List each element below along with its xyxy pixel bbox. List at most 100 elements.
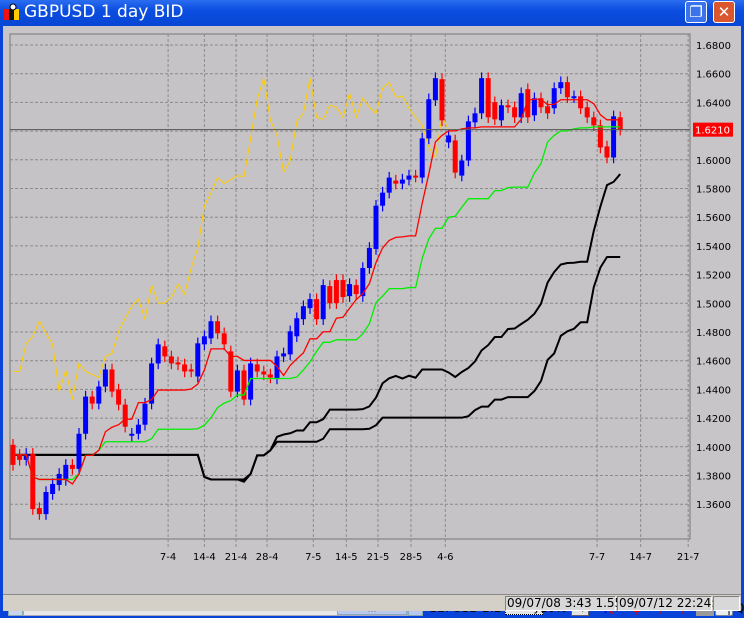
title-bar[interactable]: GBPUSD 1 day BID ❐ ✕: [0, 0, 744, 26]
candle-body: [578, 96, 584, 109]
candle-body: [564, 82, 570, 98]
candle-body: [366, 247, 372, 268]
candle-body: [393, 180, 399, 184]
price-tick-label: 1.5000: [696, 299, 731, 310]
status-empty-field: [713, 596, 740, 611]
candle-body: [162, 346, 168, 357]
app-logo-icon: [4, 3, 19, 20]
clock: 09/07/12 22:24:34: [617, 596, 731, 611]
candle-body: [281, 353, 287, 357]
close-icon: ✕: [717, 3, 731, 21]
candle-body: [287, 331, 293, 355]
candle-body: [228, 351, 234, 392]
candle-body: [439, 79, 445, 121]
candle-body: [36, 508, 42, 515]
candle-body: [340, 280, 346, 298]
candle-body: [63, 464, 69, 480]
candle-body: [188, 369, 194, 372]
candle-body: [96, 386, 102, 404]
candle-body: [221, 333, 227, 345]
current-price-label: 1.6210: [695, 126, 730, 137]
candle-body: [300, 306, 306, 320]
candle-body: [604, 146, 610, 158]
date-tick-label: 28-4: [256, 552, 279, 563]
candle-body: [479, 78, 485, 114]
candle-body: [380, 192, 386, 206]
candle-body: [584, 107, 590, 118]
candle-body: [135, 424, 141, 434]
candle-body: [168, 356, 174, 364]
candle-body: [109, 369, 115, 392]
price-tick-label: 1.6600: [696, 70, 731, 81]
candle-body: [597, 125, 603, 148]
candle-body: [89, 396, 95, 404]
candle-body: [267, 374, 273, 378]
price-tick-label: 1.4800: [696, 328, 731, 339]
candle-body: [142, 403, 148, 425]
candle-body: [413, 175, 419, 178]
date-tick-label: 28-5: [400, 552, 423, 563]
candle-body: [452, 140, 458, 173]
date-tick-label: 7-4: [160, 552, 176, 563]
candle-body: [373, 205, 379, 249]
candle-body: [591, 117, 597, 126]
candle-body: [446, 135, 452, 143]
candle-body: [386, 177, 392, 193]
candle-body: [492, 102, 498, 120]
close-button[interactable]: ✕: [713, 1, 735, 23]
candle-body: [472, 113, 478, 123]
maximize-button[interactable]: ❐: [685, 1, 707, 23]
candle-body: [201, 336, 207, 345]
date-tick-label: 21-4: [225, 552, 248, 563]
price-chart[interactable]: 1.3600 1.3800 1.4000 1.4200 1.4400 1.4600 1.48…: [3, 26, 741, 570]
candle-body: [30, 453, 36, 510]
candle-body: [254, 364, 260, 372]
candle-body: [50, 483, 56, 495]
candle-body: [406, 175, 412, 180]
candle-body: [43, 492, 49, 515]
candle-body: [347, 284, 353, 297]
candle-body: [208, 321, 214, 339]
maximize-icon: ❐: [689, 3, 703, 21]
date-tick-label: 14-7: [629, 552, 652, 563]
price-tick-label: 1.5600: [696, 213, 731, 224]
price-tick-label: 1.3800: [696, 472, 731, 483]
price-tick-label: 1.6800: [696, 41, 731, 52]
candle-body: [76, 433, 82, 469]
candle-body: [294, 318, 300, 337]
candle-body: [426, 99, 432, 139]
date-tick-label: 21-7: [677, 552, 700, 563]
date-tick-label: 7-7: [589, 552, 605, 563]
candle-body: [175, 362, 181, 365]
candle-body: [545, 106, 551, 114]
date-tick-label: 4-6: [437, 552, 453, 563]
candle-body: [17, 454, 23, 460]
date-tick-label: 21-5: [367, 552, 390, 563]
price-tick-label: 1.4400: [696, 385, 731, 396]
candle-body: [327, 286, 333, 304]
candle-body: [182, 364, 188, 372]
price-tick-label: 1.4600: [696, 357, 731, 368]
price-tick-label: 1.6000: [696, 156, 731, 167]
candle-body: [122, 404, 128, 427]
candle-body: [261, 371, 267, 375]
candle-body: [498, 105, 504, 121]
price-tick-label: 1.5200: [696, 271, 731, 282]
candle-body: [353, 285, 359, 295]
candle-body: [333, 280, 339, 304]
candle-body: [558, 82, 564, 89]
candle-body: [314, 299, 320, 320]
candle-body: [116, 389, 122, 405]
candle-body: [459, 160, 465, 176]
candle-body: [195, 343, 201, 377]
cursor-info: 09/07/08 3:43 1.5598: [505, 596, 638, 611]
window-title: GBPUSD 1 day BID: [24, 2, 184, 22]
candle-body: [419, 138, 425, 178]
price-tick-label: 1.4000: [696, 443, 731, 454]
candle-body: [512, 107, 518, 118]
candle-body: [83, 396, 89, 434]
chart-window: 1.3600 1.3800 1.4000 1.4200 1.4400 1.4600 1.48…: [3, 26, 744, 616]
price-tick-label: 1.5800: [696, 185, 731, 196]
price-tick-label: 1.4200: [696, 414, 731, 425]
date-tick-label: 7-5: [305, 552, 321, 563]
